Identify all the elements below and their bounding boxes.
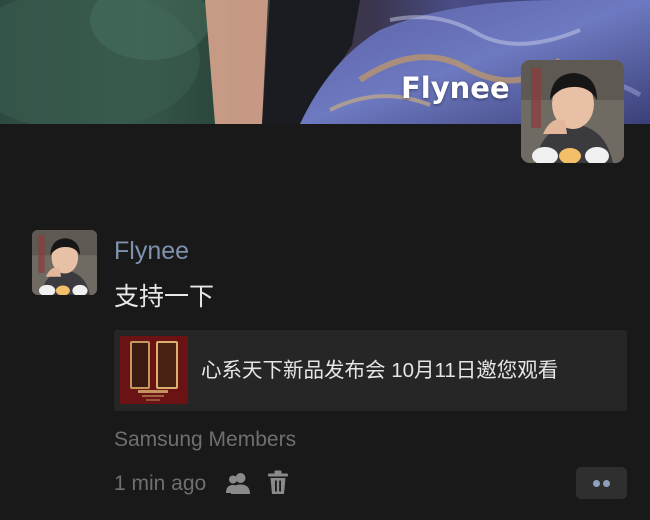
trash-icon[interactable] — [267, 470, 289, 495]
people-icon[interactable] — [225, 471, 251, 495]
cover-profile-name: Flynee — [401, 71, 510, 105]
post-author-name[interactable]: Flynee — [114, 235, 189, 267]
profile-avatar[interactable] — [521, 60, 624, 163]
phone-promo-image — [120, 336, 188, 404]
post-text: 支持一下 — [114, 283, 215, 311]
more-dot — [603, 480, 610, 487]
moments-screen: Flynee Flynee 支持一下 心系天下新品发布会 10月11日邀您观看 … — [0, 0, 650, 520]
post-author-avatar-image — [32, 230, 97, 295]
profile-avatar-image — [521, 60, 624, 163]
shared-link-card[interactable]: 心系天下新品发布会 10月11日邀您观看 — [114, 330, 627, 411]
link-thumbnail — [120, 336, 188, 404]
post-source-label[interactable]: Samsung Members — [114, 426, 296, 454]
post-author-avatar[interactable] — [32, 230, 97, 295]
link-card-title: 心系天下新品发布会 10月11日邀您观看 — [201, 359, 559, 382]
more-dot — [593, 480, 600, 487]
more-options-button[interactable] — [576, 467, 627, 499]
post-timestamp: 1 min ago — [114, 472, 207, 495]
